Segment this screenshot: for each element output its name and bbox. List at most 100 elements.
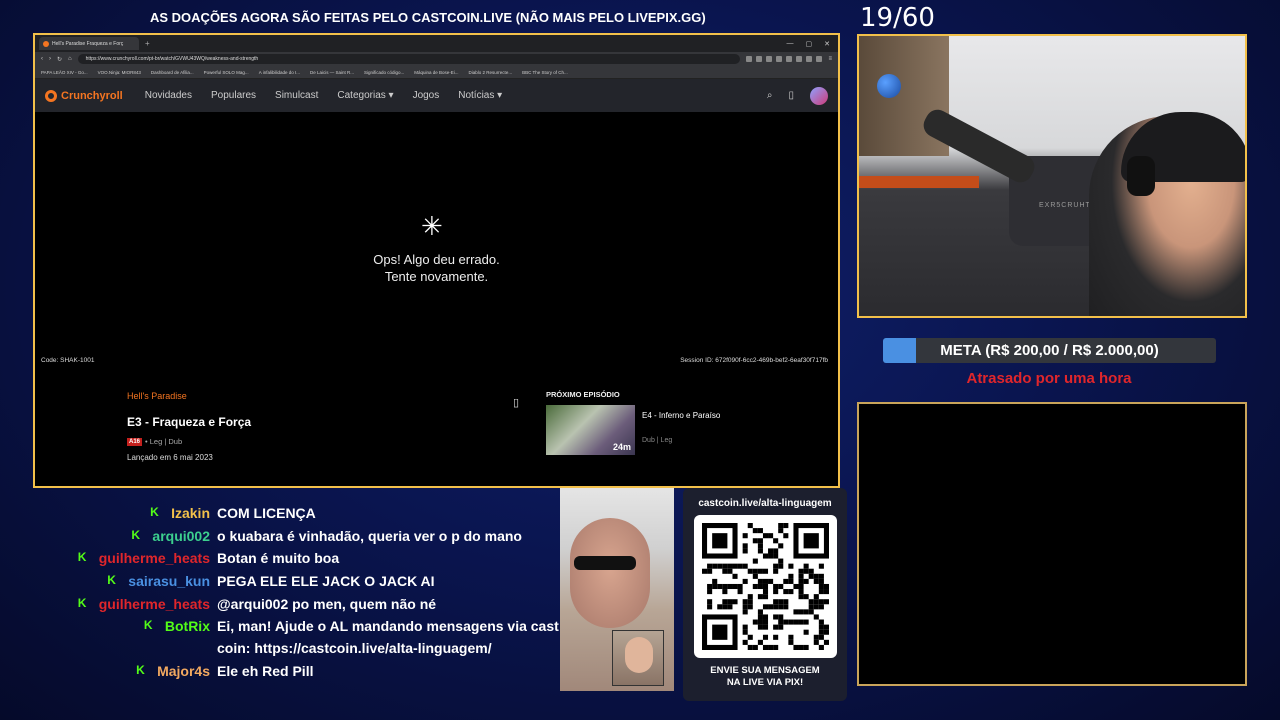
- guest-face: [570, 518, 650, 628]
- qr-module: [803, 609, 809, 615]
- extensions-area: [746, 56, 823, 62]
- qr-code[interactable]: [694, 515, 837, 658]
- next-episode-thumbnail[interactable]: 24m: [546, 405, 635, 455]
- bookmark-item[interactable]: Significado código...: [364, 70, 404, 75]
- forward-icon[interactable]: ›: [49, 56, 51, 62]
- video-player[interactable]: ✳ Ops! Algo deu errado. Tente novamente.…: [35, 131, 838, 366]
- qr-module: [803, 644, 809, 650]
- extension-icon[interactable]: [766, 56, 773, 62]
- next-episode-card[interactable]: 24m E4 - Inferno e Paraíso Dub | Leg: [546, 405, 836, 455]
- qr-module: [803, 568, 809, 574]
- qr-module: [727, 583, 733, 590]
- nav-novidades[interactable]: Novidades: [145, 90, 192, 101]
- home-icon[interactable]: ⌂: [68, 56, 72, 62]
- extension-icon[interactable]: [746, 56, 753, 62]
- qr-module: [783, 523, 789, 529]
- qr-module: [727, 563, 733, 569]
- browser-tab[interactable]: Hell's Paradise Fraqueza e Forç: [39, 37, 139, 50]
- next-episode-title[interactable]: E4 - Inferno e Paraíso: [642, 411, 720, 420]
- qr-module: [757, 583, 763, 590]
- chat-message: K guilherme_heats @arqui002 po men, quem…: [0, 593, 560, 616]
- extension-icon[interactable]: [796, 56, 803, 62]
- extension-icon[interactable]: [786, 56, 793, 62]
- age-rating-badge: A16: [127, 437, 143, 446]
- qr-module: [778, 558, 784, 564]
- bookmark-item[interactable]: A infalibilidade do I...: [259, 70, 300, 75]
- bookmark-item[interactable]: Máquina de Bose-Ei...: [414, 70, 458, 75]
- minimize-button[interactable]: —: [787, 40, 794, 48]
- error-icon: ✳: [421, 211, 443, 241]
- bookmark-item[interactable]: Dashboard de Afilia...: [151, 70, 194, 75]
- extension-icon[interactable]: [756, 56, 763, 62]
- qr-module: [742, 604, 748, 610]
- nav-populares[interactable]: Populares: [211, 90, 256, 101]
- follower-counter: 19/60: [860, 3, 935, 33]
- nav-jogos[interactable]: Jogos: [413, 90, 440, 101]
- qr-module: [793, 644, 799, 650]
- bookmark-episode-icon[interactable]: ▯: [513, 396, 519, 409]
- qr-module: [778, 599, 784, 605]
- chat-text: PEGA ELE ELE JACK O JACK AI: [217, 573, 435, 590]
- episode-info: Hell's Paradise E3 - Fraqueza e Força A1…: [127, 391, 527, 462]
- bookmark-item[interactable]: VOO.Ninja: MIOR843: [98, 70, 141, 75]
- chat-message: K BotRix Ei, man! Ajude o AL mandando me…: [0, 615, 560, 660]
- qr-module: [707, 589, 713, 595]
- kick-badge-icon: K: [143, 618, 153, 633]
- nav-categorias[interactable]: Categorias ▾: [337, 90, 393, 101]
- qr-module: [757, 639, 763, 645]
- qr-module: [727, 599, 733, 605]
- extension-icon[interactable]: [776, 56, 783, 62]
- browser-tabbar: Hell's Paradise Fraqueza e Forç + — ▢ ✕: [35, 35, 838, 52]
- nav-simulcast[interactable]: Simulcast: [275, 90, 318, 101]
- qr-module: [793, 609, 799, 615]
- series-link[interactable]: Hell's Paradise: [127, 391, 527, 401]
- address-bar[interactable]: https://www.crunchyroll.com/pt-br/watch/…: [77, 54, 741, 64]
- qr-module: [773, 614, 779, 620]
- close-window-button[interactable]: ✕: [824, 40, 830, 48]
- menu-icon[interactable]: ≡: [828, 56, 832, 62]
- qr-module: [757, 619, 763, 625]
- qr-module: [768, 578, 774, 584]
- qr-module: [783, 604, 789, 610]
- bookmark-item[interactable]: PAPA LEÃO XIV - Go...: [41, 70, 88, 75]
- qr-module: [803, 594, 809, 600]
- maximize-button[interactable]: ▢: [806, 40, 813, 48]
- bookmark-item[interactable]: Powerful SOLO Mag...: [204, 70, 249, 75]
- qr-module: [757, 594, 763, 600]
- qr-module: [752, 644, 758, 650]
- qr-module: [773, 568, 779, 574]
- watchlist-bookmark-icon[interactable]: ▯: [788, 90, 794, 101]
- qr-module: [757, 578, 763, 584]
- qr-module: [818, 624, 824, 630]
- bookmark-item[interactable]: Diablo 2 Resurrecte...: [469, 70, 513, 75]
- back-icon[interactable]: ‹: [41, 56, 43, 62]
- extension-icon[interactable]: [816, 56, 823, 62]
- chat-text: COM LICENÇA: [217, 505, 316, 521]
- chat-username: Izakin: [171, 505, 210, 521]
- qr-module: [803, 578, 809, 584]
- search-icon[interactable]: ⌕: [767, 90, 773, 101]
- crunchyroll-logo[interactable]: Crunchyroll: [45, 89, 123, 102]
- qr-module: [707, 568, 713, 574]
- qr-module: [702, 568, 708, 574]
- qr-module: [823, 589, 829, 595]
- episode-duration: 24m: [612, 442, 631, 452]
- qr-module: [752, 538, 758, 544]
- new-tab-button[interactable]: +: [145, 39, 150, 48]
- qr-module: [727, 568, 733, 574]
- nav-noticias[interactable]: Notícias ▾: [458, 90, 502, 101]
- qr-module: [742, 639, 748, 645]
- qr-module: [818, 573, 824, 579]
- reload-icon[interactable]: ↻: [57, 56, 62, 63]
- qr-module: [808, 573, 814, 579]
- qr-module: [773, 563, 779, 569]
- bookmark-item[interactable]: De Laicis — Saint R...: [310, 70, 354, 75]
- extension-icon[interactable]: [806, 56, 813, 62]
- qr-module: [757, 548, 763, 554]
- bookmark-item[interactable]: BBC The Story of Ch...: [522, 70, 568, 75]
- avatar[interactable]: [810, 86, 828, 105]
- qr-module: [747, 634, 753, 640]
- qr-module: [707, 604, 713, 610]
- qr-module: [722, 604, 728, 610]
- qr-module: [778, 614, 784, 620]
